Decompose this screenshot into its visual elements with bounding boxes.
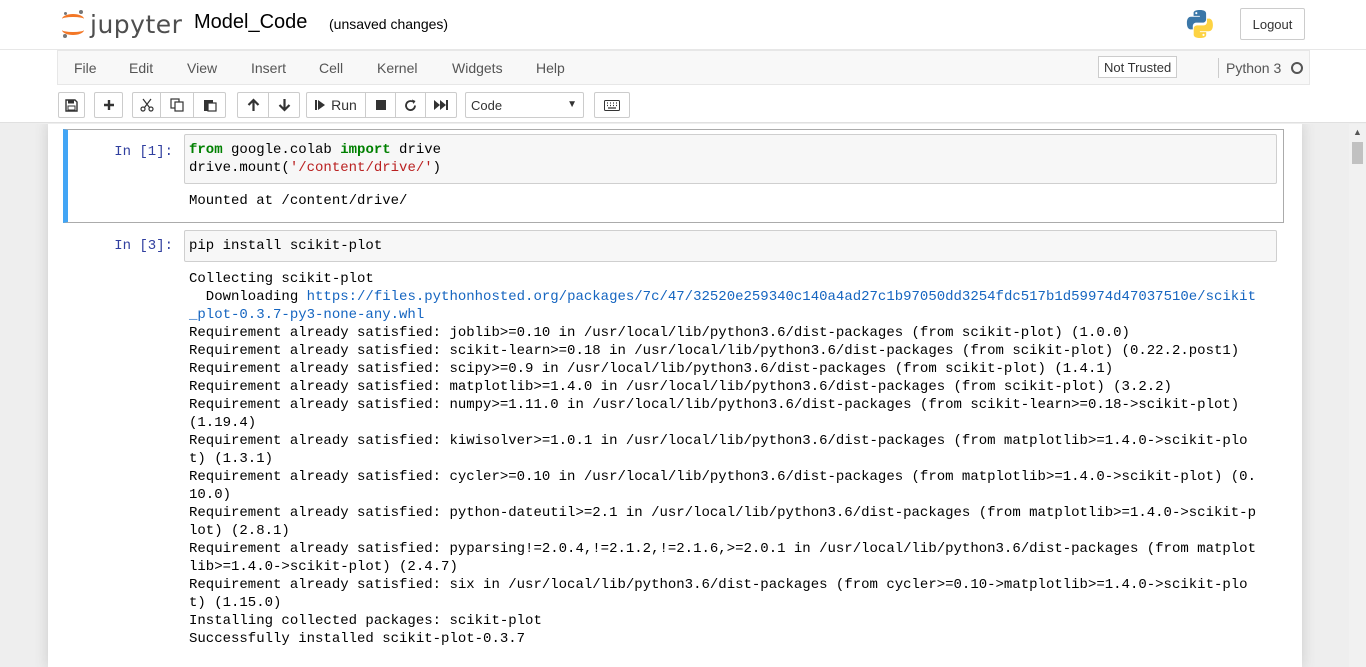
text-line: t) (1.15.0) — [189, 595, 282, 611]
fast-forward-icon — [434, 100, 448, 110]
text-line: Requirement already satisfied: cycler>=0… — [189, 469, 1256, 485]
plus-icon — [103, 100, 114, 110]
copy-button[interactable] — [160, 92, 194, 118]
cell-output: Mounted at /content/drive/ — [189, 192, 407, 210]
keyboard-icon — [604, 99, 620, 111]
text-line: _plot-0.3.7-py3-none-any.whl — [189, 307, 425, 323]
save-status: (unsaved changes) — [329, 16, 449, 32]
kernel-name: Python 3 — [1226, 60, 1282, 76]
notebook-container: In [1]: from google.colab import drive dr… — [48, 124, 1302, 667]
command-palette-button[interactable] — [594, 92, 630, 118]
notebook-site[interactable]: In [1]: from google.colab import drive dr… — [0, 124, 1366, 667]
header: jupyter Model_Code (unsaved changes) Log… — [0, 0, 1366, 50]
cell-output: Collecting scikit-plot Downloading https… — [189, 270, 1256, 648]
menu-kernel[interactable]: Kernel — [377, 60, 417, 76]
page-scrollbar[interactable]: ▲ — [1349, 124, 1366, 667]
text-line: from google.colab import drive — [189, 142, 442, 158]
python-logo-icon — [1186, 10, 1213, 38]
text-line: Requirement already satisfied: six in /u… — [189, 577, 1248, 593]
paste-icon — [203, 100, 217, 112]
text-line: t) (1.3.1) — [189, 451, 274, 467]
save-icon — [65, 98, 78, 112]
save-button[interactable] — [58, 92, 85, 118]
step-forward-icon — [315, 100, 326, 110]
input-prompt: In [1]: — [114, 144, 173, 160]
text-line: lib>=1.4.0->scikit-plot) (2.4.7) — [189, 559, 458, 575]
jupyter-logo[interactable]: jupyter — [60, 8, 182, 40]
chevron-down-icon: ▼ — [567, 99, 577, 110]
run-label: Run — [331, 97, 357, 113]
text-line: Requirement already satisfied: joblib>=0… — [189, 325, 1130, 341]
code-input[interactable]: from google.colab import drive drive.moun… — [184, 134, 1277, 184]
menu-edit[interactable]: Edit — [129, 60, 153, 76]
text-line: Requirement already satisfied: scipy>=0.… — [189, 361, 1114, 377]
input-prompt: In [3]: — [114, 238, 173, 254]
text-line: Installing collected packages: scikit-pl… — [189, 613, 542, 629]
insert-cell-button[interactable] — [94, 92, 123, 118]
stop-icon — [375, 100, 386, 110]
menu-cell[interactable]: Cell — [319, 60, 343, 76]
text-line: Requirement already satisfied: numpy>=1.… — [189, 397, 1240, 413]
menu-widgets[interactable]: Widgets — [452, 60, 503, 76]
logout-button[interactable]: Logout — [1240, 8, 1305, 40]
copy-icon — [170, 98, 184, 112]
text-line: Requirement already satisfied: matplotli… — [189, 379, 1172, 395]
restart-button[interactable] — [395, 92, 426, 118]
cell-type-select[interactable]: Code ▼ — [465, 92, 584, 118]
menu-insert[interactable]: Insert — [251, 60, 286, 76]
code-cell-2[interactable]: In [3]: pip install scikit-plot Collecti… — [63, 225, 1284, 667]
menu-help[interactable]: Help — [536, 60, 565, 76]
text-line: Collecting scikit-plot — [189, 271, 374, 287]
text-line: Requirement already satisfied: kiwisolve… — [189, 433, 1248, 449]
text-line: lot) (2.8.1) — [189, 523, 290, 539]
text-line: Requirement already satisfied: pyparsing… — [189, 541, 1256, 557]
cut-icon — [139, 98, 154, 112]
run-group: Run — [306, 92, 457, 118]
logo-text: jupyter — [90, 9, 183, 39]
paste-button[interactable] — [193, 92, 226, 118]
arrow-up-icon — [247, 98, 259, 111]
text-line: Mounted at /content/drive/ — [189, 193, 408, 209]
menu-view[interactable]: View — [187, 60, 217, 76]
text-line: 10.0) — [189, 487, 232, 503]
text-line: Downloading https://files.pythonhosted.o… — [189, 289, 1256, 305]
clipboard-group — [132, 92, 226, 118]
text-line: Successfully installed scikit-plot-0.3.7 — [189, 631, 526, 647]
scrollbar-thumb[interactable] — [1352, 142, 1363, 164]
move-group — [237, 92, 300, 118]
restart-icon — [405, 99, 416, 111]
cell-type-value: Code — [471, 97, 503, 113]
text-line: (1.19.4) — [189, 415, 257, 431]
cut-button[interactable] — [132, 92, 161, 118]
code-cell-1[interactable]: In [1]: from google.colab import drive dr… — [63, 129, 1284, 223]
text-line: Requirement already satisfied: python-da… — [189, 505, 1256, 521]
move-down-button[interactable] — [268, 92, 300, 118]
scroll-up-icon[interactable]: ▲ — [1353, 127, 1362, 137]
move-up-button[interactable] — [237, 92, 269, 118]
text-line: pip install scikit-plot — [189, 238, 383, 254]
interrupt-button[interactable] — [365, 92, 396, 118]
text-line: drive.mount('/content/drive/') — [189, 160, 442, 176]
jupyter-logo-icon — [60, 9, 86, 39]
kernel-idle-icon — [1291, 62, 1303, 74]
kernel-separator — [1218, 58, 1219, 78]
arrow-down-icon — [278, 99, 290, 112]
not-trusted-badge[interactable]: Not Trusted — [1098, 56, 1178, 78]
text-line: Requirement already satisfied: scikit-le… — [189, 343, 1240, 359]
run-button[interactable]: Run — [306, 92, 366, 118]
code-input[interactable]: pip install scikit-plot — [184, 230, 1277, 262]
restart-run-all-button[interactable] — [425, 92, 457, 118]
menu-file[interactable]: File — [74, 60, 97, 76]
notebook-name[interactable]: Model_Code — [194, 11, 307, 34]
